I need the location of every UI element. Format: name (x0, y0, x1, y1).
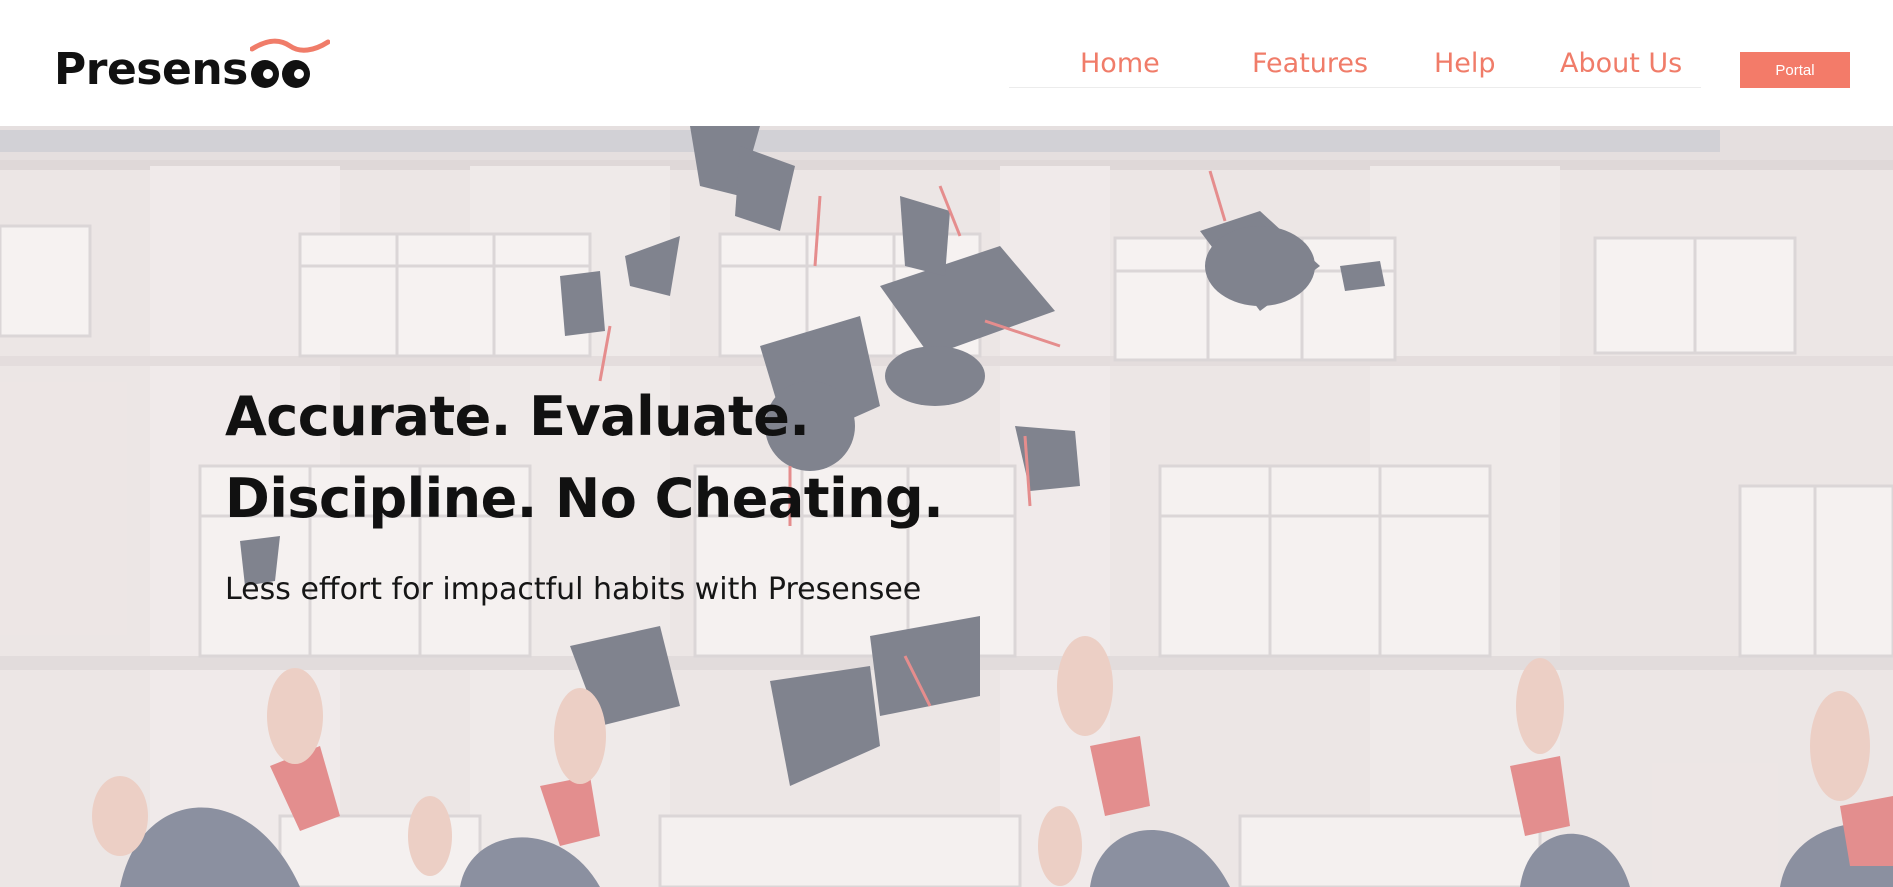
nav-features-link[interactable]: Features (1252, 48, 1368, 79)
portal-button[interactable]: Portal (1740, 52, 1850, 88)
nav-about-us-link[interactable]: About Us (1560, 48, 1682, 79)
hero-section: Accurate. Evaluate. Discipline. No Cheat… (0, 126, 1893, 887)
hero-tagline: Less effort for impactful habits with Pr… (225, 572, 922, 607)
logo-wave-icon (250, 38, 330, 53)
nav-help-link[interactable]: Help (1434, 48, 1496, 79)
hero-headline: Accurate. Evaluate. Discipline. No Cheat… (225, 376, 944, 540)
main-nav: Home Features Help About Us (1009, 44, 1701, 88)
nav-home-link[interactable]: Home (1080, 48, 1160, 79)
logo-eyes-icon (250, 57, 312, 91)
top-navbar: Presens Home Features Help About Us Port… (0, 0, 1893, 126)
hero-headline-line-2: Discipline. No Cheating. (225, 467, 944, 530)
hero-headline-line-1: Accurate. Evaluate. (225, 385, 810, 448)
logo-wordmark: Presens (54, 44, 248, 95)
presensee-logo[interactable]: Presens (54, 36, 330, 95)
